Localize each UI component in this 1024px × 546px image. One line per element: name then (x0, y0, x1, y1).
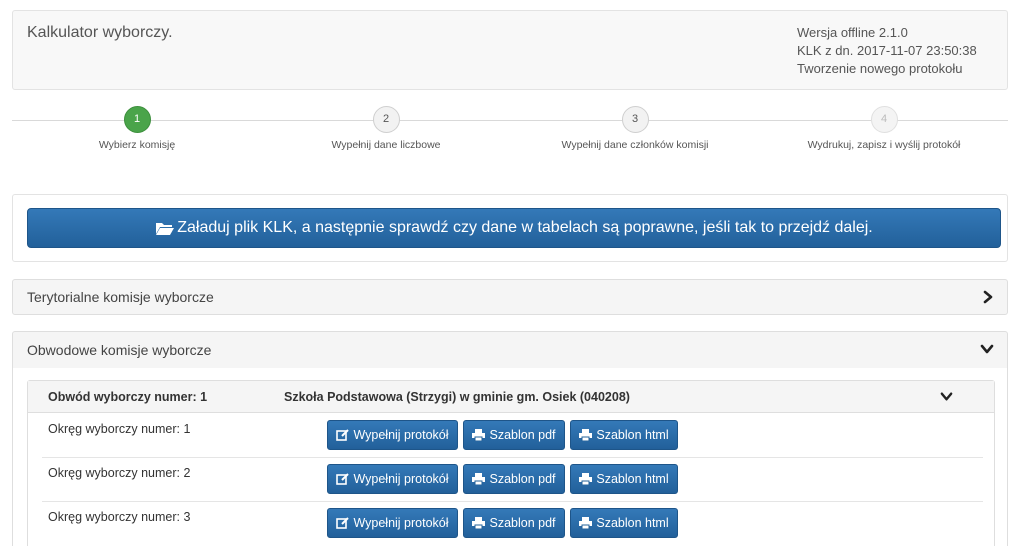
print-icon (472, 473, 486, 485)
load-klk-label: Załaduj plik KLK, a następnie sprawdź cz… (177, 219, 873, 236)
fill-protocol-label: Wypełnij protokół (353, 428, 449, 442)
chevron-down-icon (940, 392, 953, 401)
wizard-step-4[interactable]: 4 Wydrukuj, zapisz i wyślij protokół (759, 106, 1009, 151)
edit-icon (336, 516, 350, 529)
pdf-template-button[interactable]: Szablon pdf (463, 508, 565, 538)
pdf-template-label: Szablon pdf (489, 516, 556, 530)
header-panel: Kalkulator wyborczy. Wersja offline 2.1.… (12, 10, 1008, 90)
step-4-circle: 4 (870, 106, 898, 133)
chevron-down-icon (980, 344, 994, 354)
fill-protocol-button[interactable]: Wypełnij protokół (327, 420, 458, 450)
district-panel-header[interactable]: Obwodowe komisje wyborcze (12, 331, 1008, 369)
step-3-label: Wypełnij dane członków komisji (561, 139, 709, 151)
okreg-row-1: Okręg wyborczy numer: 1 Wypełnij protokó… (42, 414, 983, 458)
klk-date-text: KLK z dn. 2017-11-07 23:50:38 (797, 43, 977, 58)
print-icon (472, 429, 486, 441)
okreg-label: Okręg wyborczy numer: 3 (48, 510, 191, 524)
district-panel-title: Obwodowe komisje wyborcze (27, 342, 212, 358)
obwod-name: Szkoła Podstawowa (Strzygi) w gminie gm.… (284, 390, 630, 404)
print-icon (579, 429, 593, 441)
obwod-panel: Obwód wyborczy numer: 1 Szkoła Podstawow… (27, 380, 995, 546)
step-2-circle: 2 (372, 106, 400, 133)
wizard-step-3[interactable]: 3 Wypełnij dane członków komisji (510, 106, 760, 151)
step-2-label: Wypełnij dane liczbowe (331, 139, 441, 151)
okreg-row-3: Okręg wyborczy numer: 3 Wypełnij protokó… (42, 502, 983, 546)
wizard-steps: 1 Wybierz komisję 2 Wypełnij dane liczbo… (12, 106, 1008, 156)
pdf-template-button[interactable]: Szablon pdf (463, 420, 565, 450)
load-klk-button[interactable]: Załaduj plik KLK, a następnie sprawdź cz… (27, 208, 1001, 248)
load-panel: Załaduj plik KLK, a następnie sprawdź cz… (12, 194, 1008, 262)
html-template-button[interactable]: Szablon html (570, 508, 678, 538)
version-info: Wersja offline 2.1.0 KLK z dn. 2017-11-0… (797, 24, 977, 78)
edit-icon (336, 472, 350, 485)
folder-open-icon (156, 222, 175, 235)
version-text: Wersja offline 2.1.0 (797, 25, 908, 40)
obwod-number: Obwód wyborczy numer: 1 (48, 390, 208, 404)
step-3-circle: 3 (621, 106, 649, 133)
pdf-template-label: Szablon pdf (489, 472, 556, 486)
wizard-step-1[interactable]: 1 Wybierz komisję (12, 106, 262, 151)
okreg-label: Okręg wyborczy numer: 1 (48, 422, 191, 436)
step-4-label: Wydrukuj, zapisz i wyślij protokół (807, 139, 961, 151)
html-template-label: Szablon html (596, 428, 669, 442)
okreg-label: Okręg wyborczy numer: 2 (48, 466, 191, 480)
pdf-template-button[interactable]: Szablon pdf (463, 464, 565, 494)
fill-protocol-button[interactable]: Wypełnij protokół (327, 508, 458, 538)
mode-text: Tworzenie nowego protokołu (797, 61, 963, 76)
edit-icon (336, 428, 350, 441)
print-icon (579, 517, 593, 529)
html-template-label: Szablon html (596, 516, 669, 530)
okreg-row-2: Okręg wyborczy numer: 2 Wypełnij protokó… (42, 458, 983, 502)
pdf-template-label: Szablon pdf (489, 428, 556, 442)
fill-protocol-label: Wypełnij protokół (353, 516, 449, 530)
print-icon (579, 473, 593, 485)
app-title: Kalkulator wyborczy. (27, 24, 173, 41)
territorial-panel-header[interactable]: Terytorialne komisje wyborcze (12, 279, 1008, 315)
step-1-circle: 1 (123, 106, 151, 133)
fill-protocol-button[interactable]: Wypełnij protokół (327, 464, 458, 494)
obwod-header[interactable]: Obwód wyborczy numer: 1 Szkoła Podstawow… (28, 381, 994, 413)
html-template-label: Szablon html (596, 472, 669, 486)
wizard-step-2[interactable]: 2 Wypełnij dane liczbowe (261, 106, 511, 151)
step-1-label: Wybierz komisję (98, 139, 176, 151)
district-panel-body: Obwód wyborczy numer: 1 Szkoła Podstawow… (12, 368, 1008, 546)
chevron-right-icon (983, 290, 993, 304)
fill-protocol-label: Wypełnij protokół (353, 472, 449, 486)
html-template-button[interactable]: Szablon html (570, 420, 678, 450)
html-template-button[interactable]: Szablon html (570, 464, 678, 494)
print-icon (472, 517, 486, 529)
territorial-panel-title: Terytorialne komisje wyborcze (27, 289, 214, 305)
